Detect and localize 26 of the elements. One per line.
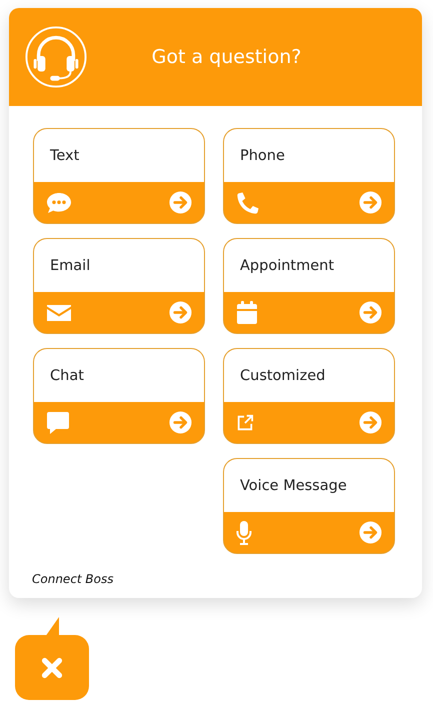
arrow-right-icon xyxy=(169,301,192,324)
arrow-right-icon xyxy=(169,191,192,214)
contact-option[interactable]: Voice Message xyxy=(223,458,395,554)
contact-option[interactable]: Email xyxy=(33,238,205,334)
arrow-right-icon xyxy=(359,191,382,214)
arrow-right-icon xyxy=(359,411,382,434)
envelope-icon xyxy=(46,302,72,322)
contact-option[interactable]: Chat xyxy=(33,348,205,444)
phone-icon xyxy=(236,190,260,214)
calendar-icon xyxy=(236,300,258,324)
widget-title: Got a question? xyxy=(150,46,302,68)
arrow-right-icon xyxy=(359,521,382,544)
contact-option[interactable]: Text xyxy=(33,128,205,224)
close-icon xyxy=(41,656,63,678)
arrow-right-icon xyxy=(169,411,192,434)
microphone-icon xyxy=(236,520,252,544)
headset-icon xyxy=(25,26,87,88)
external-link-icon xyxy=(236,414,254,432)
close-button[interactable] xyxy=(15,635,89,700)
contact-option[interactable]: Customized xyxy=(223,348,395,444)
speech-bubble-icon xyxy=(46,410,70,434)
contact-option[interactable]: Phone xyxy=(223,128,395,224)
contact-option[interactable]: Appointment xyxy=(223,238,395,334)
arrow-right-icon xyxy=(359,301,382,324)
brand-label: Connect Boss xyxy=(31,571,115,588)
chat-dots-icon xyxy=(46,192,72,214)
